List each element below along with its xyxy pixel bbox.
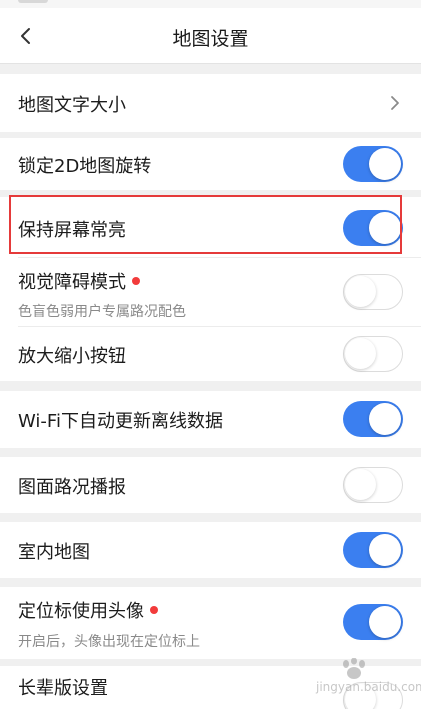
setting-label: Wi-Fi下自动更新离线数据 [18,411,223,432]
setting-label: 放大缩小按钮 [18,346,126,367]
setting-label: 定位标使用头像 [18,597,158,623]
watermark-text: jingyan.baidu.com [316,680,421,694]
toggle-knob [369,534,401,566]
toggle-knob [345,338,376,369]
toggle-visual-impairment-mode[interactable] [343,274,403,310]
setting-row-indoor-map: 室内地图 [0,522,421,578]
setting-label: 视觉障碍模式 [18,268,140,294]
toggle-knob [345,276,376,307]
setting-subtitle: 开启后，头像出现在定位标上 [18,634,200,650]
status-bar [0,0,421,8]
setting-label: 图面路况播报 [18,477,126,498]
highlight-box [9,195,402,254]
setting-row-avatar-location-marker: 定位标使用头像 开启后，头像出现在定位标上 [0,587,421,659]
setting-row-map-text-size[interactable]: 地图文字大小 [0,74,421,132]
setting-label: 地图文字大小 [18,95,126,116]
setting-label: 室内地图 [18,542,90,563]
toggle-knob [369,606,401,638]
toggle-knob [369,148,401,180]
setting-subtitle: 色盲色弱用户专属路况配色 [18,304,186,320]
baidu-watermark: jingyan.baidu.com [298,658,421,706]
toggle-traffic-broadcast[interactable] [343,467,403,503]
setting-row-visual-impairment-mode: 视觉障碍模式 色盲色弱用户专属路况配色 [0,258,421,327]
chevron-right-icon [391,96,399,110]
nav-header: 地图设置 [0,8,421,64]
toggle-knob [369,403,401,435]
new-dot-badge [150,606,158,614]
new-dot-badge [132,277,140,285]
setting-label: 锁定2D地图旋转 [18,156,152,177]
page-title: 地图设置 [172,28,249,50]
toggle-wifi-offline-update[interactable] [343,401,403,437]
toggle-lock-2d-rotation[interactable] [343,146,403,182]
setting-row-traffic-broadcast: 图面路况播报 [0,457,421,513]
status-bar-clipped [18,0,48,3]
setting-label: 长辈版设置 [18,678,108,699]
setting-row-lock-2d-rotation: 锁定2D地图旋转 [0,138,421,190]
setting-row-wifi-offline-update: Wi-Fi下自动更新离线数据 [0,391,421,448]
toggle-indoor-map[interactable] [343,532,403,568]
paw-icon [343,658,365,679]
toggle-avatar-location-marker[interactable] [343,604,403,640]
toggle-knob [345,469,376,500]
toggle-zoom-buttons[interactable] [343,336,403,372]
setting-row-zoom-buttons: 放大缩小按钮 [0,327,421,381]
